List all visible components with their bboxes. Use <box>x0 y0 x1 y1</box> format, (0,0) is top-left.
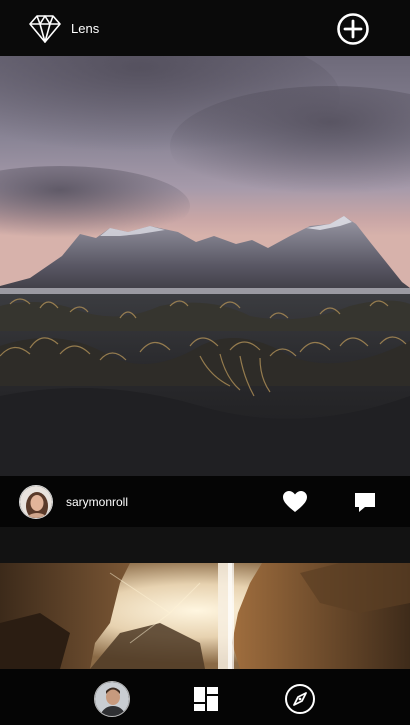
plus-circle-icon <box>337 13 369 45</box>
dashboard-icon <box>194 687 218 711</box>
app-title: Lens <box>71 21 100 36</box>
bottom-nav <box>0 669 410 725</box>
comment-button[interactable] <box>353 490 377 514</box>
compass-icon <box>285 684 315 714</box>
explore-button[interactable] <box>284 683 316 715</box>
username[interactable]: sarymonroll <box>66 495 128 509</box>
avatar[interactable] <box>19 485 53 519</box>
add-post-button[interactable] <box>336 12 370 46</box>
diamond-icon <box>29 15 61 43</box>
heart-icon <box>283 491 307 512</box>
top-bar: Lens <box>0 0 410 56</box>
nav-profile-avatar[interactable] <box>94 681 130 717</box>
comment-icon <box>355 493 375 512</box>
post-info-bar: sarymonroll <box>0 476 410 527</box>
post-photo[interactable] <box>0 56 410 476</box>
like-button[interactable] <box>282 490 308 514</box>
feed-gap <box>0 527 410 563</box>
post-photo[interactable] <box>0 563 410 669</box>
dashboard-button[interactable] <box>193 686 219 712</box>
